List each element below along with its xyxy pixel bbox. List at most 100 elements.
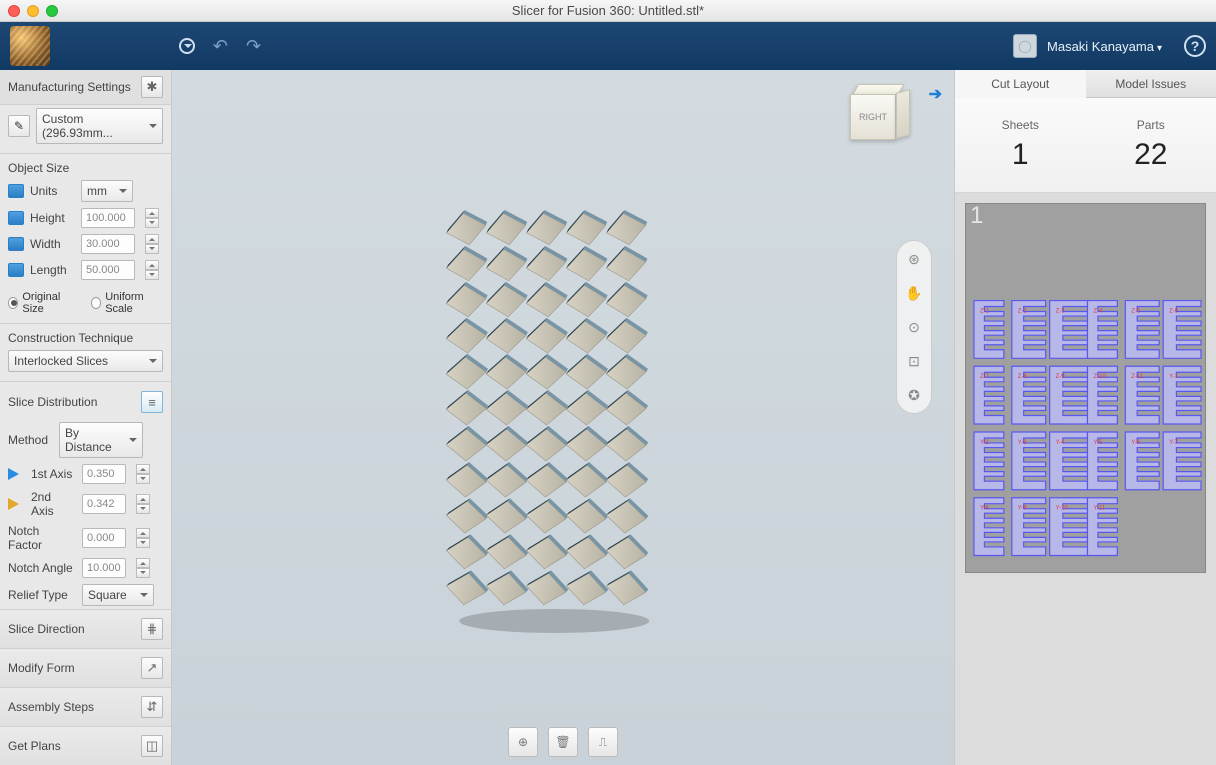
svg-text:Y-10: Y-10: [1056, 506, 1069, 512]
assembly-steps-section[interactable]: Assembly Steps ⇵: [0, 687, 171, 726]
svg-text:Y-7: Y-7: [1169, 440, 1178, 446]
window-title: Slicer for Fusion 360: Untitled.stl*: [0, 3, 1216, 18]
edit-material-button[interactable]: ✎: [8, 115, 30, 137]
user-name-label: Masaki Kanayama: [1047, 39, 1154, 54]
width-up-button[interactable]: [145, 234, 159, 244]
app-header: SLICER FOR FUSION 360 ↶ ↷ ◯ Masaki Kanay…: [0, 22, 1216, 70]
relief-type-dropdown[interactable]: Square: [82, 584, 154, 606]
material-preset-dropdown[interactable]: Custom (296.93mm...: [36, 108, 163, 144]
undo-button[interactable]: ↶: [213, 36, 228, 57]
svg-text:Z-11: Z-11: [1131, 374, 1144, 380]
notch-factor-input[interactable]: [82, 528, 126, 548]
method-dropdown[interactable]: By Distance: [59, 422, 143, 458]
get-plans-icon: ◫: [141, 735, 163, 757]
slice-distribution-toggle[interactable]: ≡: [141, 391, 163, 413]
length-up-button[interactable]: [145, 260, 159, 270]
units-icon: [8, 184, 24, 198]
svg-text:Z-9: Z-9: [1056, 374, 1066, 380]
manufacturing-settings-header: Manufacturing Settings ✱: [0, 70, 171, 105]
axis1-label: 1st Axis: [31, 467, 76, 481]
height-label: Height: [30, 211, 75, 225]
width-down-button[interactable]: [145, 244, 159, 254]
svg-text:Y-9: Y-9: [1018, 506, 1027, 512]
uniform-scale-radio[interactable]: [91, 297, 101, 309]
notch-angle-input[interactable]: [82, 558, 126, 578]
get-plans-label: Get Plans: [8, 739, 61, 753]
units-value: mm: [87, 184, 107, 198]
app-menu-dropdown[interactable]: [179, 38, 195, 54]
svg-text:Y-11: Y-11: [1093, 506, 1105, 512]
assembly-steps-label: Assembly Steps: [8, 700, 94, 714]
material-settings-button[interactable]: ✱: [141, 76, 163, 98]
viewcube-right-face[interactable]: RIGHT: [850, 94, 896, 140]
uniform-scale-label: Uniform Scale: [105, 291, 163, 315]
sheets-label: Sheets: [955, 118, 1086, 132]
assembly-steps-icon: ⇵: [141, 696, 163, 718]
axis2-label: 2nd Axis: [31, 490, 76, 518]
original-size-radio[interactable]: [8, 297, 18, 309]
sheet-thumbnail[interactable]: 1 Z-1Z-2Z-3Z-4Z-5Z-6Z-7Z-8Z-9Z-10Z-11Y-1…: [965, 203, 1206, 573]
relief-type-value: Square: [88, 588, 127, 602]
view-cube[interactable]: RIGHT: [850, 84, 910, 144]
height-icon: [8, 211, 24, 225]
adjust-tool-button[interactable]: ⎍: [588, 727, 618, 757]
titlebar: Slicer for Fusion 360: Untitled.stl*: [0, 0, 1216, 22]
length-icon: [8, 263, 24, 277]
slice-direction-icon: ⋕: [141, 618, 163, 640]
get-plans-section[interactable]: Get Plans ◫: [0, 726, 171, 765]
technique-value: Interlocked Slices: [14, 354, 108, 368]
width-icon: [8, 237, 24, 251]
length-input[interactable]: [81, 260, 135, 280]
expand-panel-button[interactable]: ➔: [929, 84, 942, 104]
redo-button[interactable]: ↷: [246, 36, 261, 57]
slicer-logo-icon: [10, 26, 50, 66]
axis1-down-button[interactable]: [136, 474, 150, 484]
notch-angle-label: Notch Angle: [8, 561, 76, 575]
width-input[interactable]: [81, 234, 135, 254]
height-input[interactable]: [81, 208, 135, 228]
svg-text:Y-3: Y-3: [1018, 440, 1027, 446]
modify-form-section[interactable]: Modify Form ↗: [0, 648, 171, 687]
orbit-button[interactable]: ⊛: [904, 249, 924, 269]
tab-model-issues[interactable]: Model Issues: [1086, 70, 1216, 98]
axis1-up-button[interactable]: [136, 464, 150, 474]
tab-cut-layout[interactable]: Cut Layout: [955, 70, 1086, 98]
height-down-button[interactable]: [145, 218, 159, 228]
svg-text:Z-4: Z-4: [1093, 309, 1103, 315]
method-label: Method: [8, 433, 53, 447]
technique-dropdown[interactable]: Interlocked Slices: [8, 350, 163, 372]
units-label: Units: [30, 184, 75, 198]
notch-factor-down-button[interactable]: [136, 538, 150, 548]
units-dropdown[interactable]: mm: [81, 180, 133, 202]
notch-factor-up-button[interactable]: [136, 528, 150, 538]
add-tool-button[interactable]: ⊕: [508, 727, 538, 757]
pan-button[interactable]: ✋: [904, 283, 924, 303]
svg-text:Z-7: Z-7: [980, 374, 990, 380]
manufacturing-settings-label: Manufacturing Settings: [8, 80, 131, 94]
height-up-button[interactable]: [145, 208, 159, 218]
length-down-button[interactable]: [145, 270, 159, 280]
axis1-input[interactable]: [82, 464, 126, 484]
slice-direction-section[interactable]: Slice Direction ⋕: [0, 609, 171, 648]
fit-button[interactable]: ⊡: [904, 351, 924, 371]
notch-angle-down-button[interactable]: [136, 568, 150, 578]
user-avatar[interactable]: ◯: [1013, 34, 1037, 58]
svg-text:Z-6: Z-6: [1169, 309, 1179, 315]
object-size-header: Object Size: [0, 154, 171, 177]
axis2-down-button[interactable]: [136, 504, 150, 514]
notch-angle-up-button[interactable]: [136, 558, 150, 568]
axis2-up-button[interactable]: [136, 494, 150, 504]
svg-text:Y-8: Y-8: [980, 506, 989, 512]
user-menu[interactable]: Masaki Kanayama▾: [1047, 39, 1162, 54]
viewport[interactable]: ➔ RIGHT ⊛ ✋ ⊙ ⊡ ✪: [172, 70, 954, 765]
axis2-input[interactable]: [82, 494, 126, 514]
width-label: Width: [30, 237, 75, 251]
help-button[interactable]: ?: [1184, 35, 1206, 57]
svg-text:Y-1: Y-1: [1169, 374, 1178, 380]
look-button[interactable]: ✪: [904, 385, 924, 405]
delete-tool-button[interactable]: 🗑: [548, 727, 578, 757]
zoom-button[interactable]: ⊙: [904, 317, 924, 337]
material-preset-value: Custom (296.93mm...: [42, 112, 149, 140]
length-label: Length: [30, 263, 75, 277]
parts-value: 22: [1086, 138, 1216, 172]
